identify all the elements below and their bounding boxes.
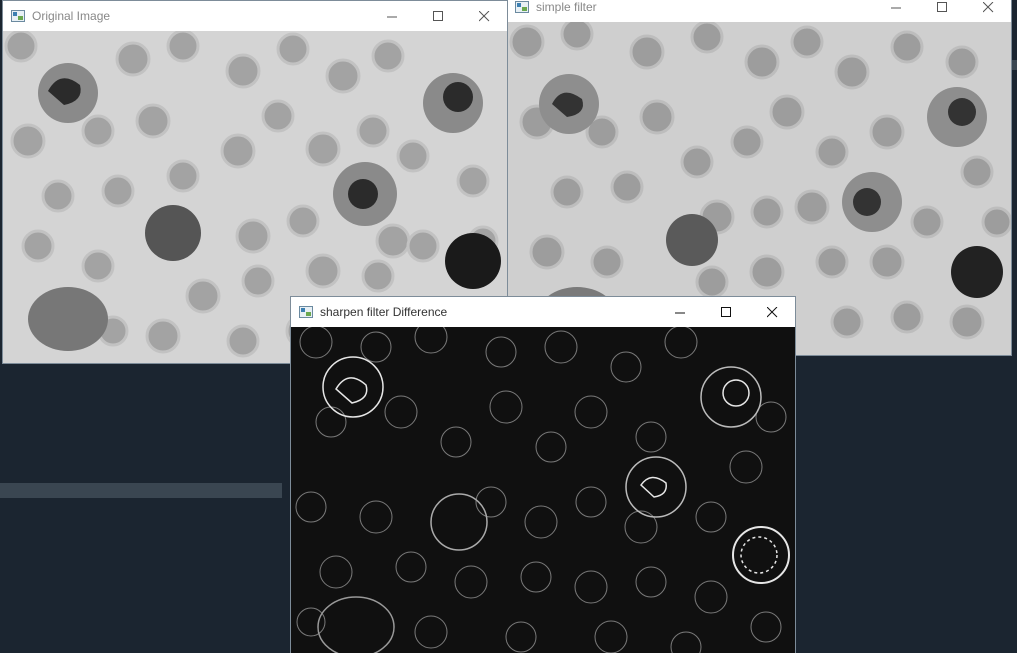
app-image-icon	[11, 9, 25, 22]
close-icon	[478, 10, 489, 21]
maximize-icon	[720, 306, 731, 317]
close-button[interactable]	[461, 1, 507, 31]
minimize-button[interactable]	[657, 297, 703, 327]
title-bar[interactable]: simple filter	[507, 0, 1011, 22]
maximize-icon	[432, 10, 443, 21]
window-title: sharpen filter Difference	[320, 305, 448, 319]
close-button[interactable]	[965, 0, 1011, 22]
window-title: Original Image	[32, 9, 111, 23]
close-button[interactable]	[749, 297, 795, 327]
title-bar[interactable]: Original Image	[3, 1, 507, 31]
maximize-button[interactable]	[415, 1, 461, 31]
minimize-icon	[386, 16, 397, 17]
close-icon	[766, 306, 777, 317]
desktop-taskbar-strip	[0, 483, 282, 498]
app-image-icon	[515, 0, 529, 13]
maximize-button[interactable]	[703, 297, 749, 327]
difference-image	[291, 327, 795, 653]
desktop-edge-strip	[1011, 60, 1017, 70]
minimize-icon	[890, 7, 901, 8]
close-icon	[982, 1, 993, 12]
title-bar[interactable]: sharpen filter Difference	[291, 297, 795, 327]
minimize-button[interactable]	[873, 0, 919, 22]
minimize-button[interactable]	[369, 1, 415, 31]
maximize-icon	[936, 1, 947, 12]
maximize-button[interactable]	[919, 0, 965, 22]
minimize-icon	[674, 312, 685, 313]
window-title: simple filter	[536, 0, 597, 14]
app-image-icon	[299, 305, 313, 318]
window-sharpen-filter-difference[interactable]: sharpen filter Difference	[291, 297, 795, 653]
